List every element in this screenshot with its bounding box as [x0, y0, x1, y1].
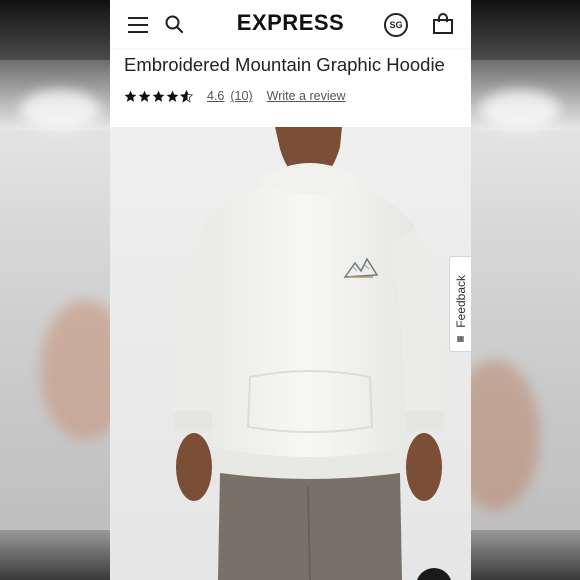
product-title: Embroidered Mountain Graphic Hoodie — [124, 54, 445, 75]
product-page: EXPRESS SG Embroidered Mountain Graphic … — [110, 0, 471, 580]
star-icon — [124, 90, 137, 102]
write-review-link[interactable]: Write a review — [267, 89, 346, 103]
rating-count[interactable]: (10) — [230, 89, 252, 103]
feedback-tab[interactable]: Feedback ▦ — [449, 256, 471, 352]
product-image[interactable] — [110, 127, 471, 580]
rating-value[interactable]: 4.6 — [207, 89, 224, 103]
rating-row: 4.6 (10) Write a review — [124, 87, 346, 105]
half-star-icon — [180, 89, 193, 103]
brand-logo[interactable]: EXPRESS — [110, 10, 471, 36]
star-rating — [124, 89, 193, 103]
star-icon — [138, 90, 151, 102]
blurred-background-right — [470, 0, 580, 580]
blurred-background-left — [0, 0, 110, 580]
star-icon — [152, 90, 165, 102]
site-header: EXPRESS SG — [110, 0, 471, 48]
feedback-label: Feedback — [453, 275, 468, 328]
star-icon — [166, 90, 179, 102]
feedback-icon: ▦ — [456, 334, 465, 343]
shopping-bag-icon[interactable] — [430, 11, 456, 37]
region-selector[interactable]: SG — [384, 13, 408, 37]
model-wearing-hoodie-image — [110, 127, 471, 580]
